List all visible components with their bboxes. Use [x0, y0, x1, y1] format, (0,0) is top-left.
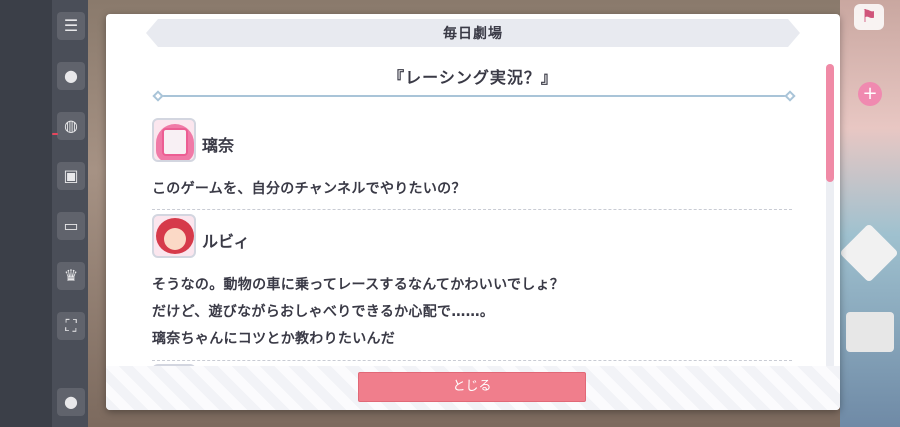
shop-sign	[846, 312, 894, 352]
dialogue-line: 璃奈ちゃんにコツとか教わりたいんだ	[152, 331, 396, 347]
gift-icon[interactable]: ▣	[57, 162, 85, 190]
scrollbar-thumb[interactable]	[826, 64, 834, 182]
story-title: 『レーシング実況？』	[388, 68, 558, 87]
close-button[interactable]: とじる	[358, 372, 586, 402]
coin-icon[interactable]: ◍	[57, 112, 85, 140]
dialogue-line: だけど、遊びながらおしゃべりできるか心配で……。	[152, 304, 495, 320]
user-icon[interactable]: ●	[57, 388, 85, 416]
trophy-icon[interactable]: ♛	[57, 262, 85, 290]
plus-icon[interactable]: +	[858, 82, 882, 106]
scrollbar[interactable]	[826, 64, 834, 369]
speaker-name: ルビィ	[202, 232, 250, 251]
speaker-row: 璃奈	[152, 118, 552, 164]
daily-theater-dialog: 毎日劇場 『レーシング実況？』 璃奈 このゲームを、自分のチャンネルでやりたいの…	[106, 14, 840, 410]
expand-icon[interactable]: ⛶	[57, 312, 85, 340]
new-badge	[52, 133, 58, 135]
screen-icon[interactable]: ▭	[57, 212, 85, 240]
entry-divider	[152, 209, 792, 210]
street-sign	[839, 223, 899, 283]
speaker-name: 璃奈	[202, 136, 235, 155]
corner-icon[interactable]: ⚑	[854, 4, 884, 30]
avatar	[152, 214, 196, 258]
avatar	[152, 118, 196, 162]
dialog-footer: とじる	[106, 366, 840, 410]
dialogue-lines: そうなの。動物の車に乗ってレースするなんてかわいいでしょ？ だけど、遊びながらお…	[152, 272, 792, 353]
speaker-row: ルビィ	[152, 214, 552, 260]
dialog-title: 毎日劇場	[443, 26, 503, 42]
dialogue-scroll-area[interactable]: 璃奈 このゲームを、自分のチャンネルでやりたいの？ ルビィ そうなの。動物の車に…	[106, 108, 840, 368]
entry-divider	[152, 360, 792, 361]
chat-icon[interactable]: ●	[57, 62, 85, 90]
dialogue-lines: このゲームを、自分のチャンネルでやりたいの？	[152, 176, 792, 203]
menu-icon[interactable]: ☰	[57, 12, 85, 40]
dialogue-line: そうなの。動物の車に乗ってレースするなんてかわいいでしょ？	[152, 277, 565, 293]
dialog-header: 毎日劇場	[146, 19, 800, 47]
left-sidebar: ☰ ● ◍ ▣ ▭ ♛ ⛶ ●	[52, 0, 88, 427]
title-divider	[152, 90, 796, 102]
background-scene-right: ⚑ +	[839, 0, 900, 427]
dialogue-line: このゲームを、自分のチャンネルでやりたいの？	[152, 181, 466, 197]
